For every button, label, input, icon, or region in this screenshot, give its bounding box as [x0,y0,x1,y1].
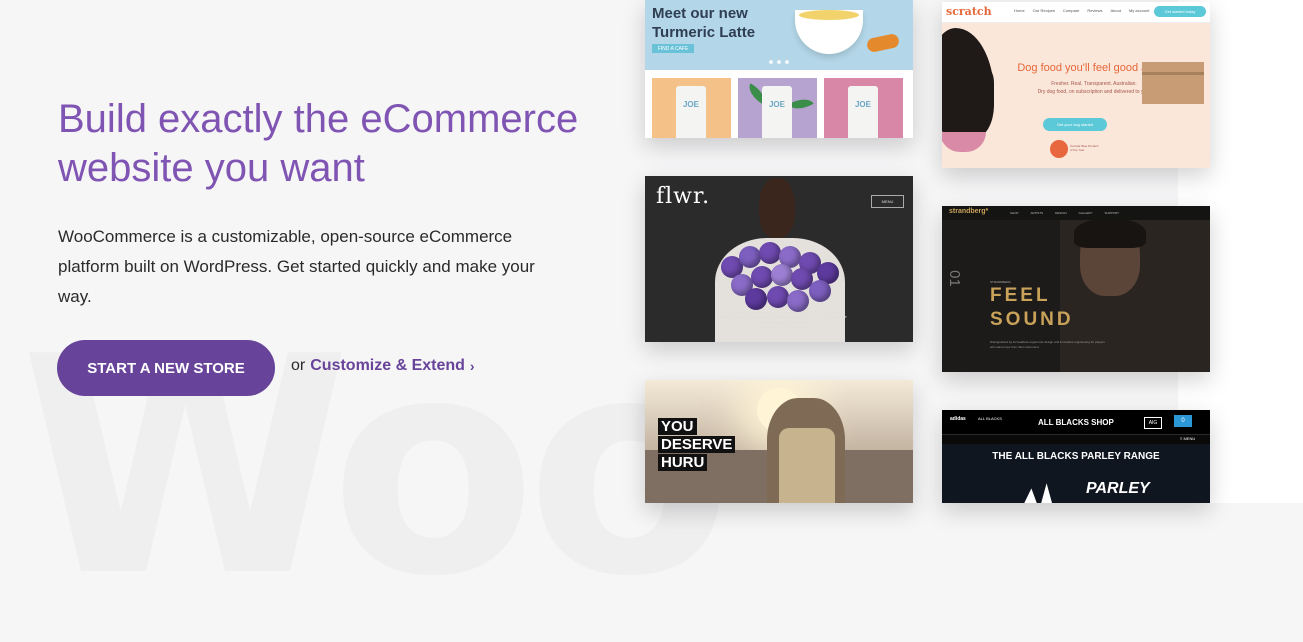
showcase-joe[interactable]: Meet our new Turmeric Latte FIND A CAFE … [645,0,913,138]
scratch-cta-button: Get your dog started [1043,118,1107,131]
scratch-nav-links: Home Our Recipes Compare Reviews About M… [1014,8,1171,13]
allblacks-headline: THE ALL BLACKS PARLEY RANGE [992,451,1160,462]
joe-product-grid: JOE JOE JOE [652,78,903,138]
customize-extend-row: or Customize & Extend › [291,357,475,375]
strandberg-nav-links: SHOP ARTISTS DESIGN GALLERY SUPPORT [1010,211,1119,215]
scratch-nav-item: Home [1014,8,1025,13]
start-new-store-button[interactable]: START A NEW STORE [57,340,275,396]
joe-bag-label: JOE [768,100,785,109]
huru-headline-line: HURU [658,454,708,471]
dog-image [942,28,994,138]
scratch-award-text: Canstar Blue Product of the Year [1070,144,1099,152]
strandberg-nav-item: DESIGN [1055,211,1067,215]
joe-product-2: JOE [738,78,817,138]
joe-product-1: JOE [652,78,731,138]
cart-icon: 0 [1174,415,1192,427]
strandberg-slide-number: 01 [945,270,963,287]
allblacks-nav: adidas ALL BLACKS ALL BLACKS SHOP AIG 0 [942,410,1210,435]
strandberg-headline-line: SOUND [990,309,1074,330]
leaf-image [788,93,814,115]
joe-hero-banner: Meet our new Turmeric Latte FIND A CAFE [645,0,913,70]
huru-headline-line: YOU [658,418,697,435]
carousel-dots [769,60,789,64]
allblacks-fern-logo: ALL BLACKS [978,416,1002,421]
showcase-strandberg[interactable]: strandberg* SHOP ARTISTS DESIGN GALLERY … [942,206,1210,372]
flwr-logo: flwr. [656,184,711,209]
strandberg-caption: Distinguished by its headless ergonomic … [990,340,1105,349]
scratch-nav-item: Compare [1062,8,1080,13]
scratch-nav-item: Reviews [1087,8,1103,13]
scratch-nav-cta: Get started today [1154,6,1206,17]
musician-hair [1074,218,1146,248]
chevron-right-icon[interactable]: › [470,358,475,374]
model-head-image [759,178,795,238]
turmeric-root-image [865,32,901,54]
joe-product-3: JOE [824,78,903,138]
huru-headline-line: DESERVE [658,436,736,453]
award-badge-icon [1050,140,1068,158]
parley-logo: PARLEY [1086,480,1150,497]
adidas-logo: adidas [950,416,966,422]
joe-bag-label: JOE [854,100,871,109]
joe-bag-label: JOE [682,100,699,109]
strandberg-headline: FEEL SOUND [990,284,1074,332]
or-text: or [291,357,306,374]
strandberg-nav: strandberg* SHOP ARTISTS DESIGN GALLERY … [942,206,1210,220]
coffee-bag-image: JOE [762,86,792,138]
strandberg-headline-line: FEEL [990,285,1051,306]
aig-logo: AIG [1144,417,1162,429]
joe-find-cafe-button: FIND A CAFE [652,44,694,53]
scratch-nav: scratch Home Our Recipes Compare Reviews… [942,2,1210,23]
backpack-image [779,428,835,503]
scratch-nav-item: My account [1128,8,1150,13]
showcase-allblacks[interactable]: adidas ALL BLACKS ALL BLACKS SHOP AIG 0 … [942,410,1210,503]
showcase-flwr[interactable]: flwr. MENU Flowers arranged by hand and … [645,176,913,342]
latte-surface [799,10,859,20]
strandberg-nav-item: SUPPORT [1104,211,1119,215]
joe-headline: Meet our new Turmeric Latte [652,5,756,41]
delivery-box-image [1142,62,1204,104]
coffee-bag-image: JOE [676,86,706,138]
hero-description: WooCommerce is a customizable, open-sour… [58,227,535,306]
strandberg-nav-item: SHOP [1010,211,1019,215]
scratch-logo: scratch [946,5,992,18]
flwr-menu-button: MENU [871,195,904,208]
dog-bowl-image [942,132,986,152]
flower-bouquet-image [717,240,841,320]
strandberg-logo: strandberg* [949,208,989,215]
customize-extend-link[interactable]: Customize & Extend [310,357,465,375]
scratch-nav-item: About [1110,8,1121,13]
allblacks-shop-title: ALL BLACKS SHOP [1038,418,1114,427]
coffee-bag-image: JOE [848,86,878,138]
strandberg-nav-item: GALLERY [1078,211,1093,215]
showcase-huru[interactable]: YOU DESERVE HURU [645,380,913,503]
flwr-caption: Flowers arranged by hand and delivered a… [717,314,847,325]
showcase-scratch[interactable]: scratch Home Our Recipes Compare Reviews… [942,2,1210,168]
strandberg-nav-item: ARTISTS [1030,211,1044,215]
hero-title: Build exactly the eCommerce website you … [58,97,579,190]
allblacks-menu: ≡ MENU [1180,436,1196,441]
scratch-nav-item: Our Recipes [1032,8,1055,13]
